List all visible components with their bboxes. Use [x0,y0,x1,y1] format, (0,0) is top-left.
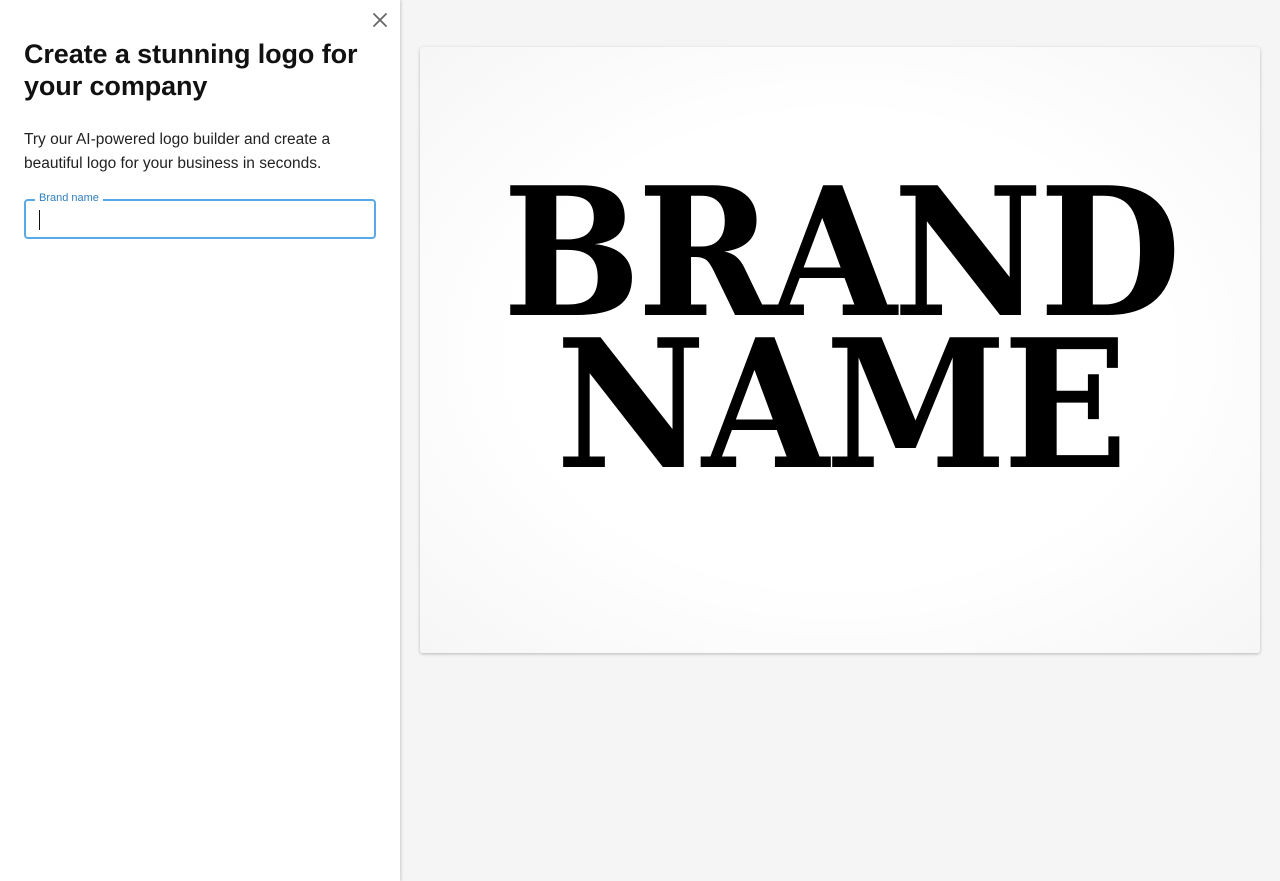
close-icon [373,13,387,27]
close-button[interactable] [369,9,391,31]
app-root: Create a stunning logo for your company … [0,0,1280,881]
logo-preview: BRAND NAME [420,164,1260,509]
logo-preview-card: BRAND NAME [420,47,1260,653]
brand-name-input[interactable] [26,201,374,237]
logo-builder-panel: Create a stunning logo for your company … [0,0,400,881]
panel-description: Try our AI-powered logo builder and crea… [24,131,331,172]
text-caret [39,210,40,230]
panel-title: Create a stunning logo for your company [24,39,358,101]
logo-text-line-2: NAME [555,300,1128,509]
brand-name-field[interactable]: Brand name [24,191,376,239]
